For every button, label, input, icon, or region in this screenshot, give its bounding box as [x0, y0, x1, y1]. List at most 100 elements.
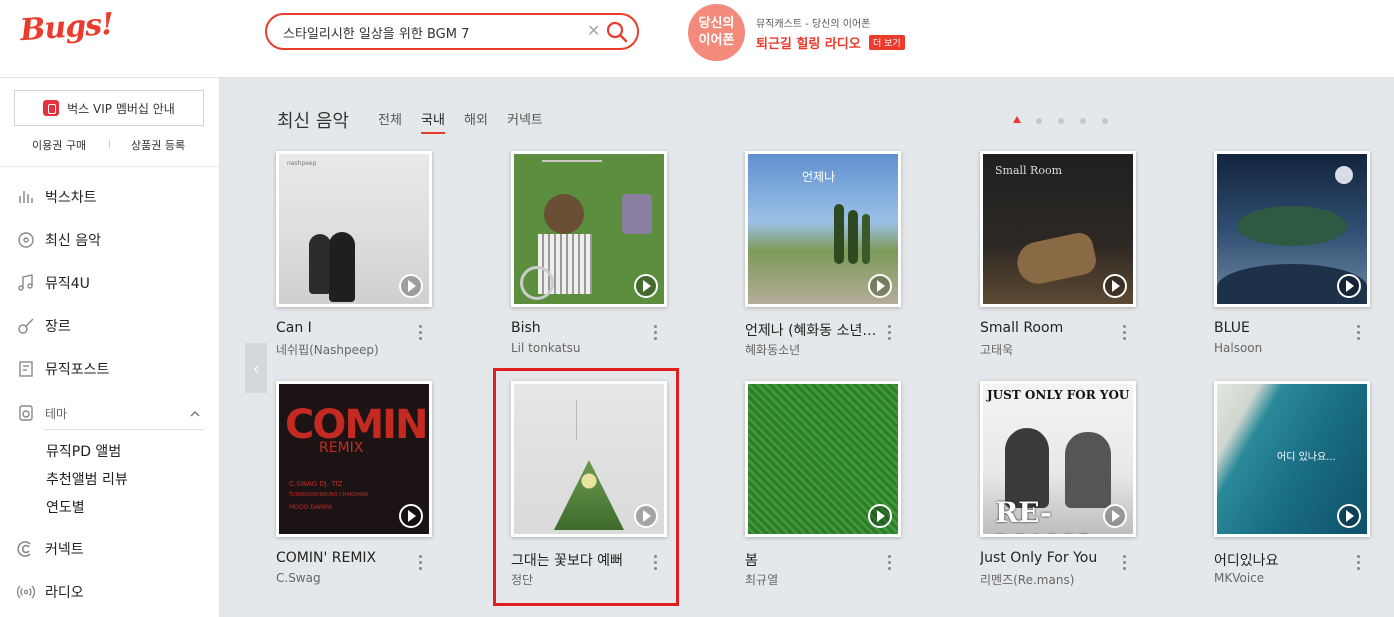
- album-cover[interactable]: [511, 381, 667, 537]
- album-artist[interactable]: 고태욱: [980, 341, 1013, 358]
- album-card[interactable]: BLUE Halsoon: [1214, 151, 1384, 371]
- album-artist[interactable]: Halsoon: [1214, 341, 1262, 355]
- album-card[interactable]: 언제나 언제나 (혜화동 소년 … 혜화동소년: [745, 151, 915, 371]
- sidebar-item-connect[interactable]: 커넥트: [16, 537, 84, 561]
- more-options-icon[interactable]: [1121, 555, 1127, 575]
- album-artist[interactable]: 정단: [511, 571, 533, 588]
- album-cover[interactable]: JUST ONLY FOR YOU RE-MANS: [980, 381, 1136, 537]
- page-indicator-active[interactable]: [1013, 116, 1021, 123]
- album-title[interactable]: COMIN' REMIX: [276, 550, 408, 566]
- more-options-icon[interactable]: [417, 325, 423, 345]
- album-card[interactable]: Small Room Small Room 고태욱: [980, 151, 1150, 371]
- clear-icon[interactable]: ✕: [587, 21, 600, 40]
- more-options-icon[interactable]: [652, 555, 658, 575]
- play-icon[interactable]: [1103, 274, 1127, 298]
- vip-icon: [43, 100, 60, 116]
- tab-overseas[interactable]: 해외: [464, 109, 488, 132]
- album-artist[interactable]: C.Swag: [276, 571, 321, 585]
- album-artist[interactable]: 혜화동소년: [745, 341, 800, 358]
- album-cover[interactable]: 언제나: [745, 151, 901, 307]
- promo-subtitle: 뮤직캐스트 - 당신의 이어폰: [756, 19, 871, 30]
- album-card[interactable]: Bish Lil tonkatsu: [511, 151, 681, 371]
- album-title[interactable]: 어디있나요: [1214, 550, 1346, 570]
- cover-tree: [862, 214, 870, 264]
- album-artist[interactable]: MKVoice: [1214, 571, 1264, 585]
- sidebar-subitem-review[interactable]: 추천앨범 리뷰: [46, 469, 128, 489]
- sidebar-item-label: 최신 음악: [45, 233, 101, 249]
- more-options-icon[interactable]: [1121, 325, 1127, 345]
- page-indicator[interactable]: [1036, 118, 1042, 124]
- more-options-icon[interactable]: [1355, 555, 1361, 575]
- play-icon[interactable]: [868, 504, 892, 528]
- more-options-icon[interactable]: [886, 555, 892, 575]
- album-title[interactable]: Can I: [276, 320, 408, 336]
- bugs-logo[interactable]: Bugs!: [19, 7, 114, 48]
- album-title[interactable]: BLUE: [1214, 320, 1346, 336]
- play-icon[interactable]: [634, 504, 658, 528]
- sidebar-item-theme[interactable]: 테마: [16, 401, 67, 425]
- album-card[interactable]: JUST ONLY FOR YOU RE-MANS Just Only For …: [980, 381, 1150, 601]
- play-icon[interactable]: [399, 504, 423, 528]
- promo-badge[interactable]: 당신의 이어폰: [688, 4, 745, 61]
- album-title[interactable]: 언제나 (혜화동 소년 …: [745, 320, 877, 340]
- play-icon[interactable]: [1337, 504, 1361, 528]
- album-cover[interactable]: 어디 있나요...: [1214, 381, 1370, 537]
- album-card[interactable]: 봄 최규열: [745, 381, 915, 601]
- play-icon[interactable]: [1337, 274, 1361, 298]
- more-options-icon[interactable]: [1355, 325, 1361, 345]
- album-cover[interactable]: nashpeep: [276, 151, 432, 307]
- album-title[interactable]: 그대는 꽃보다 예뻐: [511, 550, 643, 570]
- album-title[interactable]: 봄: [745, 550, 877, 570]
- sidebar-subitem-musicpd[interactable]: 뮤직PD 앨범: [46, 441, 121, 461]
- album-cover[interactable]: [745, 381, 901, 537]
- album-cover[interactable]: [511, 151, 667, 307]
- sidebar-item-new-music[interactable]: 최신 음악: [16, 228, 101, 252]
- tab-domestic[interactable]: 국내: [421, 109, 445, 134]
- more-options-icon[interactable]: [652, 325, 658, 345]
- tab-connect[interactable]: 커넥트: [507, 109, 543, 132]
- sidebar-item-music-post[interactable]: 뮤직포스트: [16, 357, 109, 381]
- tab-all[interactable]: 전체: [378, 109, 402, 132]
- chevron-left-icon[interactable]: ‹: [245, 343, 267, 393]
- album-card[interactable]: 어디 있나요... 어디있나요 MKVoice: [1214, 381, 1384, 601]
- page-indicator[interactable]: [1102, 118, 1108, 124]
- post-icon: [19, 361, 33, 377]
- promo-more-button[interactable]: 더 보기: [869, 35, 905, 50]
- album-card[interactable]: COMIN REMIX C.SWAG DJ. TIZ TURNSOON BRUN…: [276, 381, 446, 601]
- album-title[interactable]: Small Room: [980, 320, 1112, 336]
- vip-membership-button[interactable]: 벅스 VIP 멤버십 안내: [14, 90, 204, 126]
- register-voucher-link[interactable]: 상품권 등록: [131, 137, 185, 153]
- sidebar-subitem-year[interactable]: 연도별: [46, 497, 85, 517]
- sidebar-item-radio[interactable]: 라디오: [16, 580, 84, 604]
- album-artist[interactable]: 최규열: [745, 571, 778, 588]
- album-cover[interactable]: [1214, 151, 1370, 307]
- promo-title[interactable]: 퇴근길 힐링 라디오: [756, 33, 861, 52]
- album-artist[interactable]: Lil tonkatsu: [511, 341, 580, 355]
- cover-label: nashpeep: [287, 160, 317, 167]
- album-card[interactable]: nashpeep Can I 네쉬핍(Nashpeep): [276, 151, 446, 371]
- album-cover[interactable]: Small Room: [980, 151, 1136, 307]
- album-title[interactable]: Bish: [511, 320, 643, 336]
- sidebar-item-chart[interactable]: 벅스차트: [16, 185, 97, 209]
- promo-badge-line1: 당신의: [698, 16, 735, 31]
- search-icon[interactable]: [605, 20, 629, 44]
- play-icon[interactable]: [399, 274, 423, 298]
- more-options-icon[interactable]: [417, 555, 423, 575]
- sidebar-item-genre[interactable]: 장르: [16, 314, 71, 338]
- album-title[interactable]: Just Only For You: [980, 550, 1112, 566]
- chevron-up-icon[interactable]: [188, 407, 202, 421]
- album-artist[interactable]: 리멘즈(Re.mans): [980, 571, 1074, 588]
- album-card[interactable]: 그대는 꽃보다 예뻐 정단: [511, 381, 681, 601]
- cover-figure: [329, 232, 355, 302]
- page-indicator[interactable]: [1080, 118, 1086, 124]
- play-icon[interactable]: [634, 274, 658, 298]
- buy-pass-link[interactable]: 이용권 구매: [32, 137, 86, 153]
- album-artist[interactable]: 네쉬핍(Nashpeep): [276, 341, 379, 358]
- play-icon[interactable]: [1103, 504, 1127, 528]
- album-cover[interactable]: COMIN REMIX C.SWAG DJ. TIZ TURNSOON BRUN…: [276, 381, 432, 537]
- more-options-icon[interactable]: [886, 325, 892, 345]
- page-indicator[interactable]: [1058, 118, 1064, 124]
- search-input[interactable]: [283, 22, 583, 42]
- play-icon[interactable]: [868, 274, 892, 298]
- sidebar-item-music4u[interactable]: 뮤직4U: [16, 271, 90, 295]
